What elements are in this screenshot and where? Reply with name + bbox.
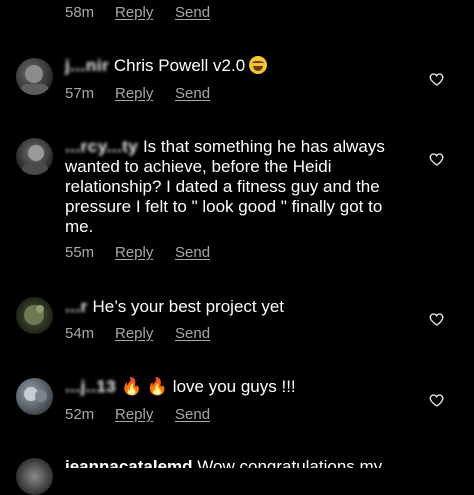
comment-text: He’s your best project yet bbox=[92, 297, 285, 316]
laughing-tears-emoji-icon bbox=[249, 56, 268, 74]
comment-username[interactable]: j...nir bbox=[65, 56, 109, 75]
comment-timestamp: 54m bbox=[65, 325, 95, 342]
comment-timestamp: 58m bbox=[65, 4, 95, 21]
reply-button[interactable]: Reply bbox=[115, 406, 175, 423]
heart-outline-icon[interactable] bbox=[429, 311, 445, 327]
heart-outline-icon[interactable] bbox=[429, 71, 445, 87]
send-button[interactable]: Send bbox=[175, 406, 210, 423]
fire-emoji-icon: 🔥 bbox=[146, 377, 169, 396]
comment-timestamp: 52m bbox=[65, 406, 95, 423]
comment-meta-row: 57m Reply Send bbox=[65, 85, 210, 102]
comment-meta-row: 58m Reply Send bbox=[65, 4, 210, 21]
comment-username[interactable]: jeannacatalemd bbox=[65, 457, 193, 468]
comment-meta-row: 54m Reply Send bbox=[65, 325, 210, 342]
comment-meta-row: 52m Reply Send bbox=[65, 406, 210, 423]
comment-text: Chris Powell v2.0 bbox=[113, 56, 246, 75]
comment-body: ...r He’s your best project yet bbox=[65, 297, 410, 317]
comment-body: ...rcy...ty Is that something he has alw… bbox=[65, 137, 410, 237]
send-button[interactable]: Send bbox=[175, 85, 210, 102]
avatar[interactable] bbox=[16, 378, 53, 415]
fire-emoji-icon: 🔥 bbox=[120, 377, 143, 396]
comment-username[interactable]: ...j..13 bbox=[65, 377, 116, 396]
comment-text: love you guys !!! bbox=[172, 377, 296, 396]
comment-timestamp: 57m bbox=[65, 85, 95, 102]
comment-body: ...j..13 🔥 🔥 love you guys !!! bbox=[65, 377, 410, 397]
reply-button[interactable]: Reply bbox=[115, 4, 175, 21]
send-button[interactable]: Send bbox=[175, 325, 210, 342]
avatar[interactable] bbox=[16, 297, 53, 334]
avatar[interactable] bbox=[16, 458, 53, 495]
comment-meta-row: 55m Reply Send bbox=[65, 244, 210, 261]
send-button[interactable]: Send bbox=[175, 244, 210, 261]
reply-button[interactable]: Reply bbox=[115, 244, 175, 261]
reply-button[interactable]: Reply bbox=[115, 85, 175, 102]
comment-text: Wow congratulations my bbox=[197, 457, 383, 468]
reply-button[interactable]: Reply bbox=[115, 325, 175, 342]
comment-username[interactable]: ...rcy...ty bbox=[65, 137, 138, 156]
comment-body: jeannacatalemd Wow congratulations my bbox=[65, 457, 410, 468]
heart-outline-icon[interactable] bbox=[429, 392, 445, 408]
comment-username[interactable]: ...r bbox=[65, 297, 88, 316]
avatar[interactable] bbox=[16, 138, 53, 175]
comment-body: j...nir Chris Powell v2.0 bbox=[65, 56, 410, 76]
heart-outline-icon[interactable] bbox=[429, 151, 445, 167]
send-button[interactable]: Send bbox=[175, 4, 210, 21]
comment-timestamp: 55m bbox=[65, 244, 95, 261]
avatar[interactable] bbox=[16, 58, 53, 95]
